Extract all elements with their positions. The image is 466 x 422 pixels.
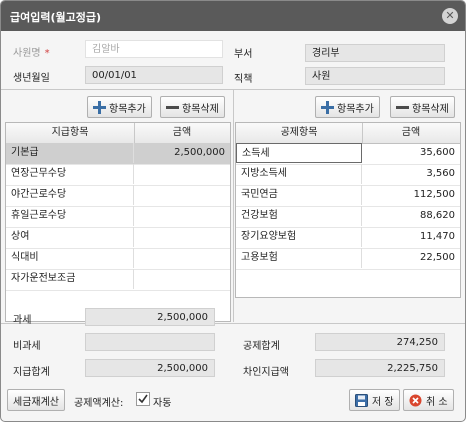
- add-payment-item-button[interactable]: 항목추가: [87, 96, 152, 118]
- table-row[interactable]: 건강보험 88,620: [236, 206, 460, 228]
- nontaxable-field[interactable]: [85, 333, 215, 351]
- cancel-button[interactable]: 취 소: [403, 389, 454, 411]
- table-row[interactable]: 휴일근로수당: [6, 206, 230, 228]
- column-header-deduction-amount[interactable]: 금액: [362, 123, 460, 143]
- dialog-title: 급여입력(월고정급): [10, 11, 102, 24]
- amount-cell[interactable]: [134, 227, 230, 247]
- amount-cell[interactable]: 112,500: [362, 185, 460, 205]
- deduction-calc-label: 공제액계산:: [74, 398, 124, 409]
- recalculate-tax-button[interactable]: 세금재계산: [7, 389, 65, 411]
- recalculate-tax-label: 세금재계산: [13, 396, 59, 408]
- column-header-payment-item[interactable]: 지급항목: [6, 123, 135, 143]
- amount-cell[interactable]: [134, 185, 230, 205]
- amount-cell[interactable]: 88,620: [362, 206, 460, 226]
- grid-splitter[interactable]: [233, 90, 234, 322]
- item-cell[interactable]: 식대비: [6, 248, 134, 268]
- item-cell[interactable]: 연장근무수당: [6, 164, 134, 184]
- add-deduction-item-button[interactable]: 항목추가: [315, 96, 380, 118]
- summary-divider: [1, 323, 465, 324]
- close-icon[interactable]: ✕: [442, 8, 458, 24]
- taxable-label: 과세: [13, 315, 32, 326]
- cancel-label: 취 소: [426, 396, 448, 408]
- deduction-grid-header: 공제항목 금액: [236, 123, 460, 144]
- total-pay-field[interactable]: 2,500,000: [85, 359, 215, 377]
- delete-payment-item-button[interactable]: 항목삭제: [160, 96, 225, 118]
- item-cell[interactable]: 국민연금: [236, 185, 362, 205]
- item-cell[interactable]: 고용보험: [236, 248, 362, 268]
- payroll-dialog: 급여입력(월고정급) ✕ 사원명 * 김알바 부서 경리부 생년월일 00/01/…: [0, 0, 466, 422]
- save-label: 저 장: [372, 396, 394, 408]
- item-cell[interactable]: 장기요양보험: [236, 227, 362, 247]
- table-row[interactable]: 국민연금 112,500: [236, 185, 460, 207]
- table-row[interactable]: 야간근로수당: [6, 185, 230, 207]
- employee-name-label: 사원명 *: [13, 48, 50, 59]
- plus-icon: [321, 100, 334, 114]
- item-cell[interactable]: 기본급: [6, 143, 134, 163]
- minus-icon: [396, 101, 409, 114]
- amount-cell[interactable]: 3,560: [362, 164, 460, 184]
- minus-icon: [166, 101, 179, 114]
- payment-grid-header: 지급항목 금액: [6, 123, 230, 144]
- table-row[interactable]: 자가운전보조금: [6, 269, 230, 291]
- add-payment-item-label: 항목추가: [109, 103, 146, 115]
- total-deduction-label: 공제합계: [243, 341, 280, 352]
- nontaxable-label: 비과세: [13, 341, 41, 352]
- item-cell[interactable]: 소득세: [236, 143, 362, 163]
- table-row[interactable]: 지방소득세 3,560: [236, 164, 460, 186]
- amount-cell[interactable]: [134, 164, 230, 184]
- item-cell[interactable]: 휴일근로수당: [6, 206, 134, 226]
- auto-label: 자동: [153, 398, 172, 409]
- position-label: 직책: [234, 74, 253, 85]
- total-deduction-field[interactable]: 274,250: [315, 333, 445, 351]
- table-row[interactable]: 고용보험 22,500: [236, 248, 460, 270]
- amount-cell[interactable]: [134, 269, 230, 289]
- payment-grid[interactable]: 지급항목 금액 기본급 2,500,000 연장근무수당 야간근로수당 휴일근로수당 상여…: [5, 122, 231, 322]
- total-pay-label: 지급합계: [13, 367, 50, 378]
- department-label: 부서: [234, 49, 253, 60]
- amount-cell[interactable]: 35,600: [362, 143, 460, 163]
- auto-checkbox[interactable]: [136, 392, 150, 406]
- table-row[interactable]: 연장근무수당: [6, 164, 230, 186]
- department-field[interactable]: 경리부: [305, 44, 445, 62]
- birthdate-label: 생년월일: [13, 73, 50, 84]
- table-row[interactable]: 식대비: [6, 248, 230, 270]
- save-button[interactable]: 저 장: [349, 389, 400, 411]
- required-mark: *: [44, 48, 50, 59]
- title-bar: 급여입력(월고정급) ✕: [1, 1, 465, 31]
- amount-cell[interactable]: 11,470: [362, 227, 460, 247]
- item-cell[interactable]: 건강보험: [236, 206, 362, 226]
- table-row[interactable]: 상여: [6, 227, 230, 249]
- delete-payment-item-label: 항목삭제: [182, 103, 219, 115]
- add-deduction-item-label: 항목추가: [337, 103, 374, 115]
- delete-deduction-item-label: 항목삭제: [412, 103, 449, 115]
- item-cell[interactable]: 상여: [6, 227, 134, 247]
- amount-cell[interactable]: 22,500: [362, 248, 460, 268]
- table-row[interactable]: 기본급 2,500,000: [6, 143, 230, 165]
- birthdate-field[interactable]: 00/01/01: [85, 66, 223, 84]
- employee-name-field[interactable]: 김알바: [85, 40, 223, 58]
- column-header-deduction-item[interactable]: 공제항목: [236, 123, 363, 143]
- table-row[interactable]: 장기요양보험 11,470: [236, 227, 460, 249]
- plus-icon: [93, 100, 106, 114]
- amount-cell[interactable]: [134, 248, 230, 268]
- amount-cell[interactable]: [134, 206, 230, 226]
- position-field[interactable]: 사원: [305, 67, 445, 85]
- net-pay-label: 차인지급액: [243, 367, 289, 378]
- net-pay-field[interactable]: 2,225,750: [315, 359, 445, 377]
- item-cell[interactable]: 자가운전보조금: [6, 269, 134, 289]
- taxable-field[interactable]: 2,500,000: [85, 308, 215, 326]
- item-cell[interactable]: 야간근로수당: [6, 185, 134, 205]
- deduction-grid[interactable]: 공제항목 금액 소득세 35,600 지방소득세 3,560 국민연금 112,500 건강…: [235, 122, 461, 298]
- cancel-icon: [409, 394, 422, 406]
- item-cell[interactable]: 지방소득세: [236, 164, 362, 184]
- delete-deduction-item-button[interactable]: 항목삭제: [390, 96, 455, 118]
- save-icon: [355, 393, 368, 407]
- amount-cell[interactable]: 2,500,000: [134, 143, 230, 163]
- column-header-payment-amount[interactable]: 금액: [134, 123, 230, 143]
- table-row[interactable]: 소득세 35,600: [236, 143, 460, 165]
